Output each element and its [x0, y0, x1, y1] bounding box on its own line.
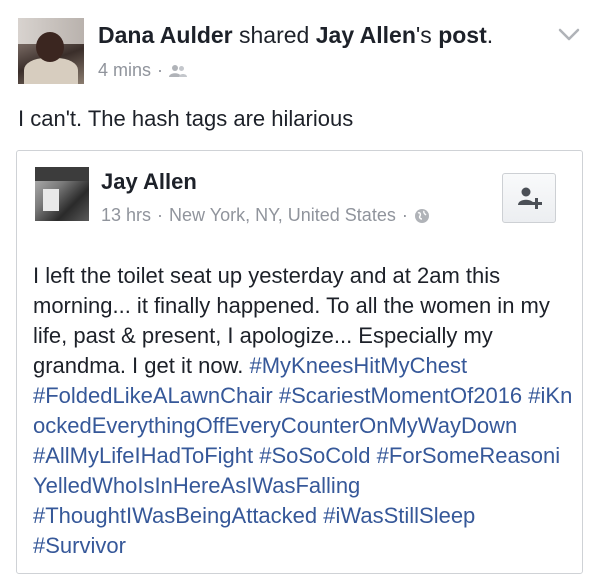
post-meta: 4 mins ·	[98, 60, 188, 81]
post-text: I can't. The hash tags are hilarious	[18, 106, 354, 131]
chevron-down-icon[interactable]	[558, 28, 580, 42]
post-period: .	[486, 22, 494, 48]
shared-author-name[interactable]: Jay Allen	[101, 169, 197, 195]
possessive-suffix: 's	[415, 22, 432, 48]
post-author-name[interactable]: Dana Aulder	[98, 22, 233, 48]
hashtag-link[interactable]: #MyKneesHitMyChest	[249, 353, 467, 378]
hashtag-link[interactable]: #Survivor	[33, 533, 126, 558]
post-timestamp[interactable]: 4 mins	[98, 60, 151, 81]
shared-post-body: I left the toilet seat up yesterday and …	[33, 261, 573, 561]
friends-icon	[169, 64, 188, 77]
shared-word: shared	[239, 22, 310, 48]
add-friend-button[interactable]	[502, 173, 556, 223]
post-header: Dana Aulder shared Jay Allen's post. 4 m…	[0, 0, 600, 100]
meta-separator: ·	[401, 205, 408, 225]
hashtag-link[interactable]: #iWasStillSleep	[323, 503, 475, 528]
shared-timestamp[interactable]: 13 hrs	[101, 205, 151, 226]
shared-post-card[interactable]: Jay Allen 13 hrs · New York, NY, United …	[16, 150, 583, 574]
meta-separator: ·	[157, 205, 164, 225]
author-avatar[interactable]	[18, 18, 84, 84]
shared-location[interactable]: New York, NY, United States	[169, 205, 396, 226]
globe-icon	[414, 208, 429, 223]
post-link[interactable]: post	[438, 22, 487, 48]
meta-separator: ·	[157, 60, 164, 80]
original-author-link[interactable]: Jay Allen	[316, 22, 416, 48]
hashtag-link[interactable]: #ScariestMomentOf2016	[279, 383, 522, 408]
shared-post-meta: 13 hrs · New York, NY, United States ·	[101, 205, 430, 226]
hashtag-link[interactable]: #ThoughtIWasBeingAttacked	[33, 503, 317, 528]
hashtag-link[interactable]: #AllMyLifeIHadToFight	[33, 443, 253, 468]
shared-post-content: I left the toilet seat up yesterday and …	[33, 261, 573, 561]
hashtag-link[interactable]: #SoSoCold	[259, 443, 370, 468]
post-author-line: Dana Aulder shared Jay Allen's post.	[98, 22, 493, 49]
hashtag-link[interactable]: #FoldedLikeALawnChair	[33, 383, 273, 408]
shared-author-avatar[interactable]	[35, 167, 89, 221]
add-friend-icon	[518, 187, 542, 209]
